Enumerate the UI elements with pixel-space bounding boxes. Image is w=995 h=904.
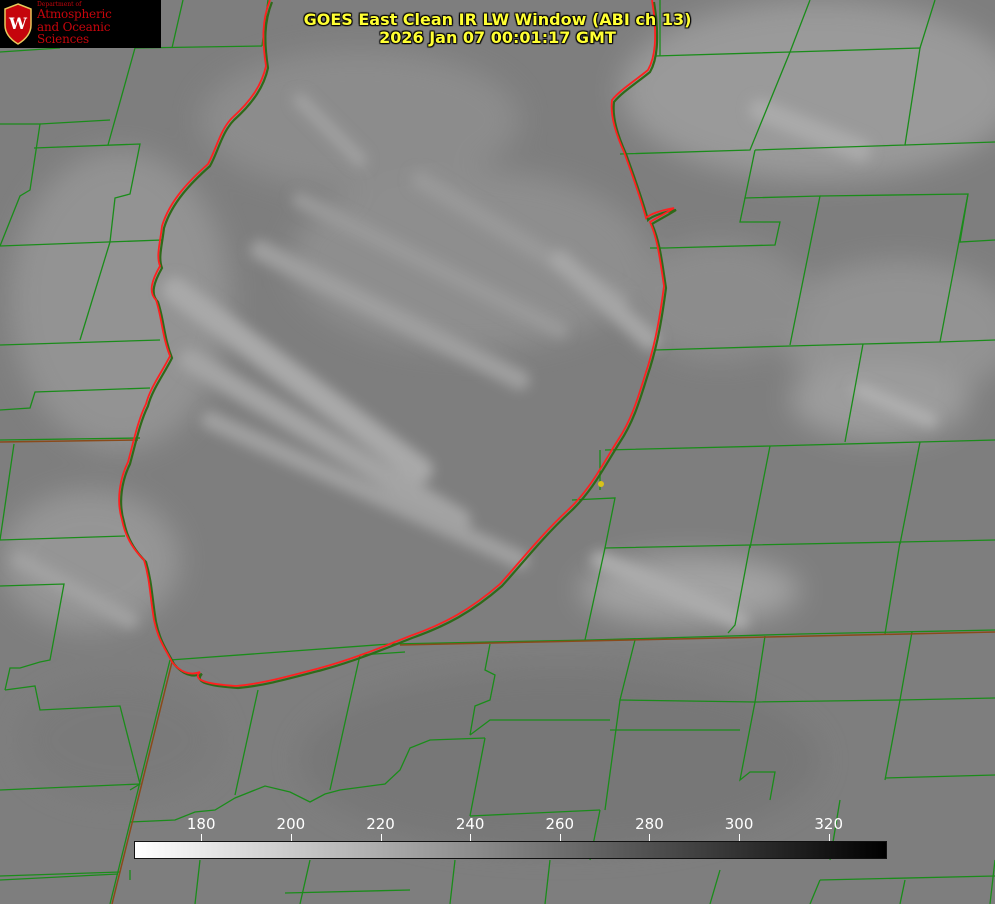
colorbar-tick-label: 180 — [186, 815, 216, 833]
colorbar-tick-mark — [649, 834, 651, 841]
colorbar-tick-label: 220 — [366, 815, 395, 833]
colorbar-tick-mark — [559, 834, 561, 841]
colorbar-tick-mark — [380, 834, 382, 841]
uw-crest-icon: W — [4, 3, 32, 45]
colorbar-tick-mark — [290, 834, 292, 841]
svg-text:W: W — [8, 14, 28, 33]
logo-line-2: and Oceanic Sciences — [37, 19, 111, 47]
colorbar-tick-mark — [739, 834, 741, 841]
satellite-viewer: W Department of Atmospheric and Oceanic … — [0, 0, 995, 904]
colorbar-tick-label: 260 — [545, 815, 575, 833]
aos-logo[interactable]: W Department of Atmospheric and Oceanic … — [0, 0, 161, 48]
colorbar-tick-mark — [201, 834, 203, 841]
colorbar-tick-label: 240 — [455, 815, 485, 833]
yellow-marker — [598, 481, 604, 487]
colorbar-gradient — [134, 841, 887, 859]
satellite-map — [0, 0, 995, 904]
colorbar-tick-label: 280 — [635, 815, 664, 833]
colorbar-tick-label: 200 — [276, 815, 306, 833]
colorbar-tick-mark — [828, 834, 830, 841]
colorbar-tick-label: 320 — [814, 815, 844, 833]
colorbar: 180 200 220 240 260 280 300 320 — [134, 815, 887, 861]
logo-text: Department of Atmospheric and Oceanic Sc… — [37, 1, 161, 47]
colorbar-tick-mark — [470, 834, 472, 841]
colorbar-tick-label: 300 — [724, 815, 754, 833]
logo-line-1: Atmospheric — [37, 7, 112, 22]
